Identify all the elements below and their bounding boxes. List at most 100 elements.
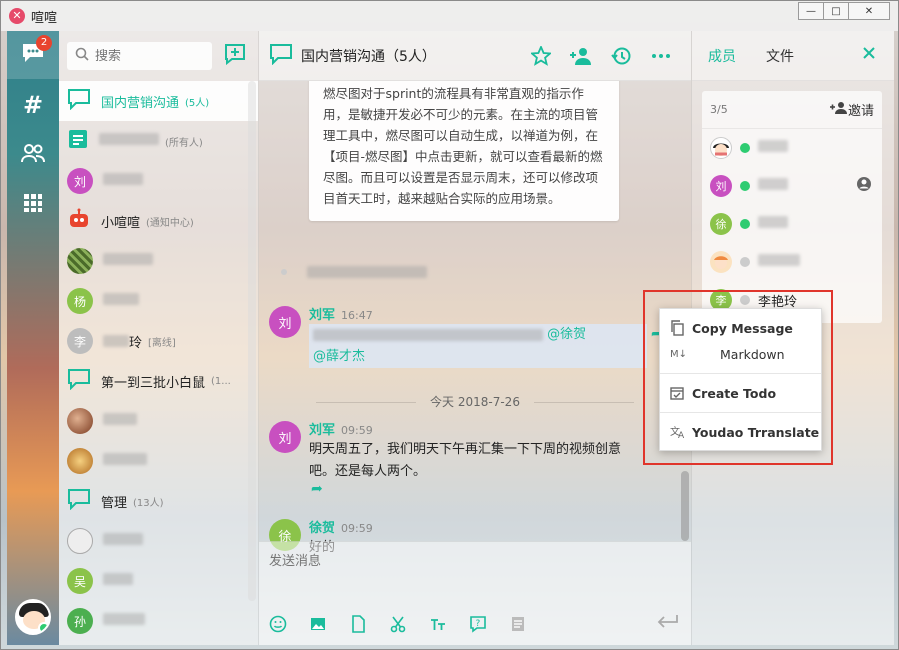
avatar: 徐 bbox=[710, 213, 732, 235]
calendar-check-icon bbox=[670, 386, 692, 400]
conversation-item[interactable]: 吴 bbox=[59, 561, 258, 601]
message-area: 燃尽图对于sprint的流程具有非常直观的指示作用，是敏捷开发必不可少的元素。在… bbox=[259, 81, 691, 571]
close-icon[interactable] bbox=[862, 46, 876, 64]
conversation-item[interactable]: (所有人) bbox=[59, 121, 258, 161]
minimize-button[interactable]: — bbox=[798, 2, 824, 20]
history-icon[interactable] bbox=[601, 46, 641, 66]
title-bar: ✕ 喧喧 — □ ✕ bbox=[1, 1, 898, 31]
conversation-item[interactable] bbox=[59, 241, 258, 281]
invite-button[interactable]: 邀请 bbox=[829, 100, 874, 119]
mention[interactable]: @薛才杰 bbox=[313, 349, 365, 364]
font-size-icon[interactable] bbox=[429, 615, 469, 633]
svg-text:A: A bbox=[678, 431, 685, 439]
search-icon bbox=[75, 47, 89, 65]
composer-toolbar: ? bbox=[269, 615, 549, 633]
offline-tag: [离线] bbox=[148, 337, 176, 349]
tab-members[interactable]: 成员 bbox=[708, 46, 736, 66]
screenshot-scissors-icon[interactable] bbox=[389, 615, 429, 633]
file-icon[interactable] bbox=[349, 615, 389, 633]
create-todo-menu-item[interactable]: Create Todo bbox=[660, 380, 821, 406]
mention[interactable]: @徐贺 bbox=[547, 327, 586, 342]
member-item[interactable]: 徐 bbox=[702, 205, 882, 243]
conversation-item[interactable]: 小喧喧 (通知中心) bbox=[59, 201, 258, 241]
message-author[interactable]: 徐贺 bbox=[309, 517, 335, 536]
conversation-item[interactable]: 孙 bbox=[59, 601, 258, 641]
member-count: 3/5 bbox=[710, 103, 728, 116]
online-status-icon bbox=[740, 143, 750, 153]
conversation-member-count: (13人) bbox=[133, 497, 164, 509]
rail-chats-button[interactable]: 2 bbox=[7, 31, 59, 79]
conversation-sub: (所有人) bbox=[165, 137, 203, 149]
star-icon[interactable] bbox=[521, 45, 561, 66]
message-input[interactable] bbox=[269, 550, 679, 600]
apps-grid-icon bbox=[23, 193, 43, 217]
window-controls: — □ ✕ bbox=[798, 2, 890, 20]
rail-channels-button[interactable]: # bbox=[7, 81, 59, 129]
avatar[interactable]: 刘 bbox=[269, 421, 301, 453]
note-icon[interactable] bbox=[509, 615, 549, 633]
rail-apps-button[interactable] bbox=[7, 181, 59, 229]
question-icon[interactable]: ? bbox=[469, 615, 509, 633]
menu-divider bbox=[660, 412, 821, 413]
conversation-item[interactable]: 刘 bbox=[59, 161, 258, 201]
conversation-item[interactable] bbox=[59, 441, 258, 481]
translate-icon: 文A bbox=[670, 425, 692, 439]
maximize-button[interactable]: □ bbox=[823, 2, 849, 20]
my-avatar[interactable] bbox=[15, 599, 51, 635]
markdown-icon: M↓ bbox=[670, 348, 688, 360]
youdao-translate-menu-item[interactable]: 文A Youdao Trranslate bbox=[660, 419, 821, 445]
conversation-item[interactable] bbox=[59, 401, 258, 441]
search-input[interactable] bbox=[95, 48, 195, 64]
admin-user-icon bbox=[856, 176, 872, 196]
add-member-icon[interactable] bbox=[561, 46, 601, 66]
conversation-name: 第一到三批小白鼠 bbox=[101, 375, 206, 391]
group-chat-icon bbox=[67, 488, 91, 514]
search-box[interactable] bbox=[67, 42, 212, 70]
shared-card: 燃尽图对于sprint的流程具有非常直观的指示作用，是敏捷开发必不可少的元素。在… bbox=[309, 81, 619, 221]
avatar: 刘 bbox=[710, 175, 732, 197]
online-status-icon bbox=[38, 622, 49, 633]
send-icon[interactable] bbox=[657, 613, 679, 633]
message-body[interactable]: @徐贺 @薛才杰 bbox=[309, 324, 647, 368]
message-author[interactable]: 刘军 bbox=[309, 419, 335, 438]
member-item[interactable] bbox=[702, 129, 882, 167]
online-status-icon bbox=[740, 219, 750, 229]
composer: ? bbox=[259, 541, 691, 645]
emoji-icon[interactable] bbox=[269, 615, 309, 633]
message-author[interactable]: 刘军 bbox=[309, 304, 335, 323]
markdown-menu-item[interactable]: M↓ Markdown bbox=[660, 341, 821, 367]
chat-panel: 国内营销沟通（5人） 燃尽图对于sprint的流程具有非常直观的指示作用，是敏捷… bbox=[259, 31, 691, 645]
document-icon bbox=[67, 128, 89, 154]
avatar[interactable]: 刘 bbox=[269, 306, 301, 338]
conversation-name: 小喧喧 bbox=[101, 215, 141, 231]
message-time: 09:59 bbox=[341, 522, 373, 535]
unread-badge: 2 bbox=[36, 35, 52, 51]
rail-contacts-button[interactable] bbox=[7, 131, 59, 179]
tab-files[interactable]: 文件 bbox=[766, 46, 794, 66]
message-time: 09:59 bbox=[341, 424, 373, 437]
conversation-item[interactable]: 李 玲 [离线] bbox=[59, 321, 258, 361]
search-row bbox=[59, 31, 258, 81]
avatar bbox=[710, 137, 732, 159]
close-button[interactable]: ✕ bbox=[848, 2, 890, 20]
message-body[interactable]: 明天周五了，我们明天下午再汇集一下下周的视频创意 吧。还是每人两个。 bbox=[309, 439, 621, 483]
member-item[interactable]: 刘 bbox=[702, 167, 882, 205]
forward-icon[interactable]: ➦ bbox=[311, 481, 323, 497]
conversation-item[interactable]: 管理 (13人) bbox=[59, 481, 258, 521]
conversation-item[interactable]: 第一到三批小白鼠 (1... bbox=[59, 361, 258, 401]
new-chat-button[interactable] bbox=[220, 42, 250, 70]
message-scrollbar[interactable] bbox=[681, 471, 689, 541]
avatar bbox=[67, 248, 93, 274]
conversation-item[interactable]: 国内营销沟通 (5人) bbox=[59, 81, 258, 121]
conversation-item[interactable]: 杨 bbox=[59, 281, 258, 321]
add-chat-icon bbox=[224, 43, 246, 69]
member-item[interactable] bbox=[702, 243, 882, 281]
conversation-scrollbar[interactable] bbox=[248, 81, 256, 601]
conversation-member-count: (5人) bbox=[185, 97, 210, 109]
more-options-icon[interactable] bbox=[641, 46, 681, 66]
image-icon[interactable] bbox=[309, 615, 349, 633]
conversation-name: 国内营销沟通 bbox=[101, 95, 180, 111]
copy-message-menu-item[interactable]: Copy Message bbox=[660, 315, 821, 341]
conversation-item[interactable] bbox=[59, 521, 258, 561]
date-separator: 今天 2018-7-26 bbox=[259, 393, 691, 410]
